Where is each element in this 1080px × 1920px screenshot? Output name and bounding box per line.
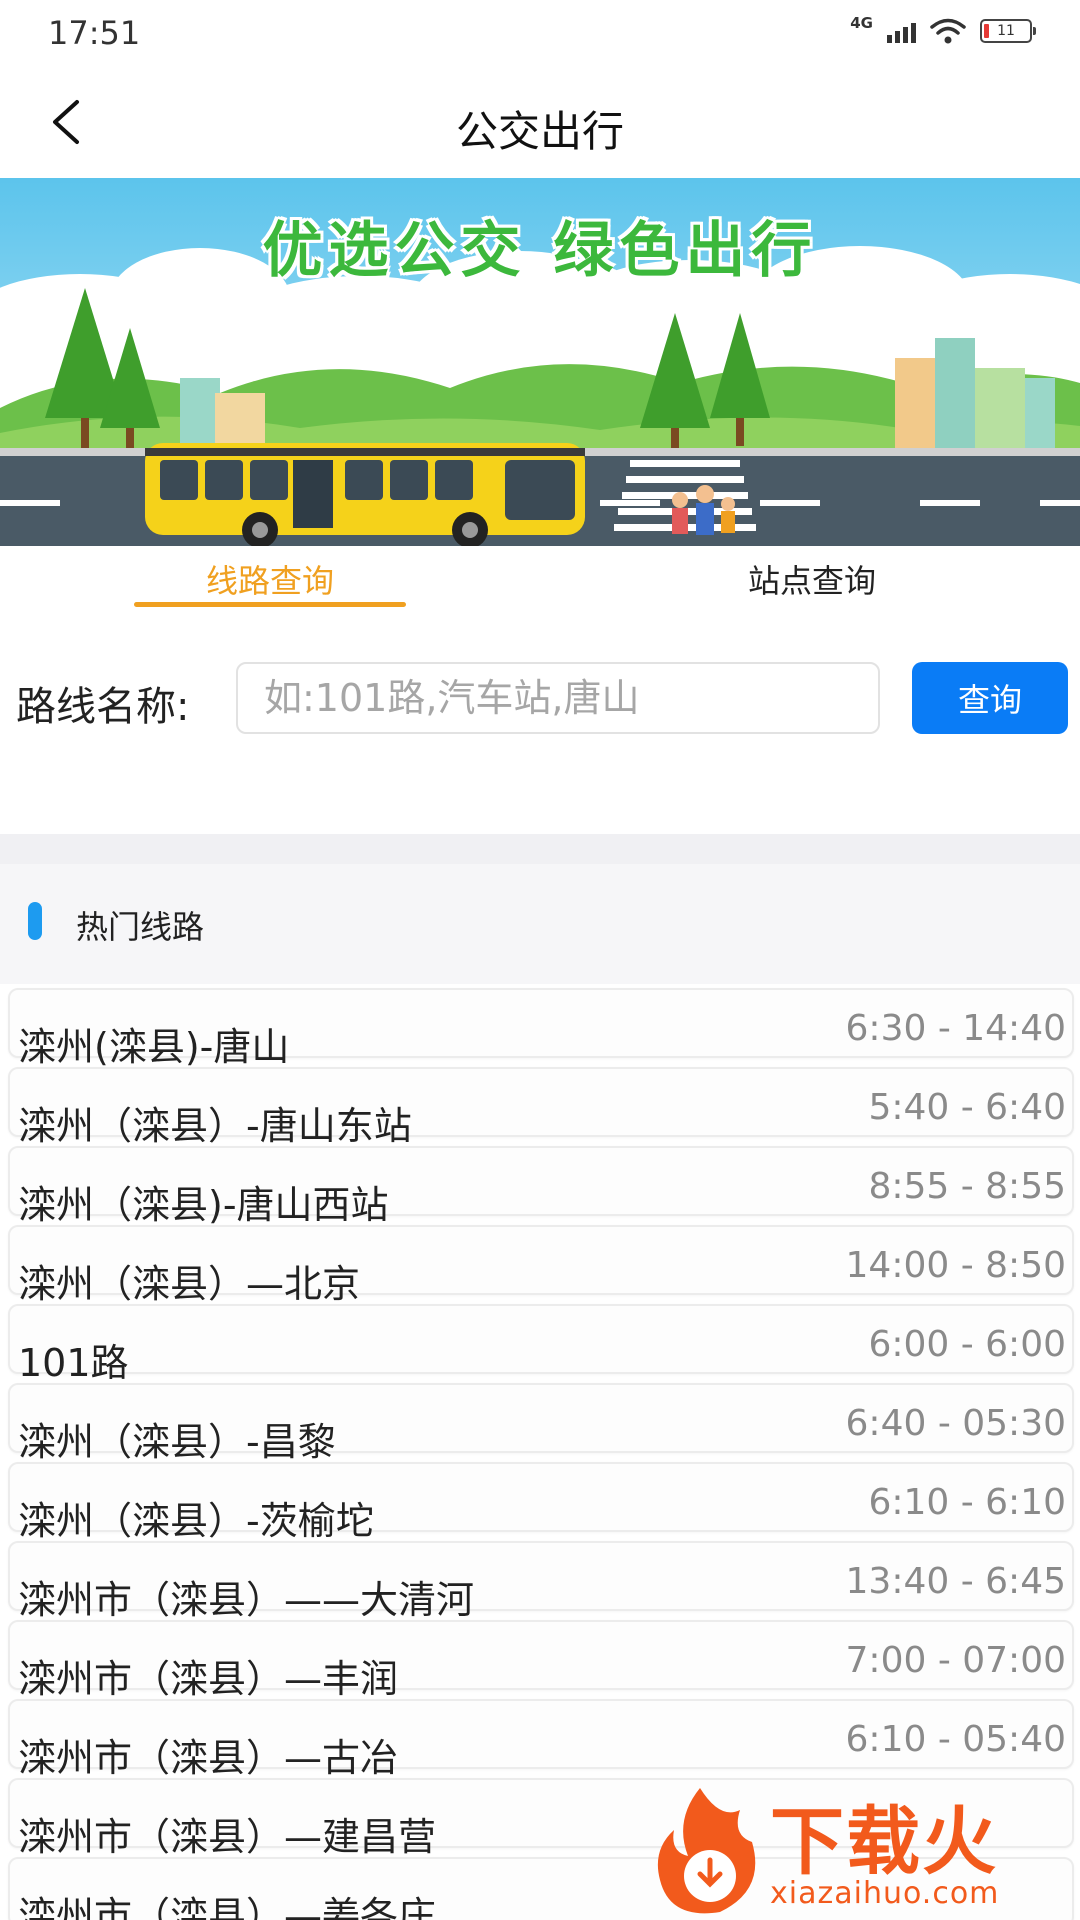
tab-bar: 线路查询 站点查询 <box>0 546 1080 616</box>
active-tab-indicator <box>134 602 406 607</box>
watermark-domain: xiazaihuo.com <box>770 1876 1000 1911</box>
route-time: 6:10 - 05:40 <box>845 1719 1066 1760</box>
route-item[interactable]: 滦州市（滦县）—古冶 6:10 - 05:40 <box>8 1699 1074 1780</box>
tab-route-query[interactable]: 线路查询 <box>130 556 410 602</box>
hot-routes-title: 热门线路 <box>76 908 205 946</box>
route-name: 滦州市（滦县）—姜各庄 <box>18 1894 437 1920</box>
nav-bar: 公交出行 <box>0 68 1080 178</box>
route-time: 5:40 - 6:40 <box>868 1087 1066 1128</box>
route-item[interactable]: 滦州市（滦县）——大清河 13:40 - 6:45 <box>8 1541 1074 1622</box>
route-item[interactable]: 滦州（滦县)-唐山西站 8:55 - 8:55 <box>8 1146 1074 1227</box>
section-marker <box>28 902 42 940</box>
route-item[interactable]: 滦州（滦县）-唐山东站 5:40 - 6:40 <box>8 1067 1074 1148</box>
route-name: 滦州(滦县)-唐山 <box>18 1025 290 1069</box>
banner: 优选公交 绿色出行 <box>0 178 1080 546</box>
status-icons: 4G 11 <box>850 14 1036 44</box>
route-time: 7:00 - 07:00 <box>845 1640 1066 1681</box>
route-name: 滦州（滦县）-昌黎 <box>18 1420 336 1464</box>
route-name: 滦州（滦县）—北京 <box>18 1262 361 1306</box>
status-bar: 17:51 4G 11 <box>0 0 1080 68</box>
route-name-label: 路线名称: <box>16 684 190 730</box>
route-name: 101路 <box>18 1341 129 1385</box>
route-time: 6:00 - 6:00 <box>868 1324 1066 1365</box>
route-name: 滦州市（滦县）—古冶 <box>18 1736 399 1780</box>
route-item[interactable]: 滦州（滦县）-茨榆坨 6:10 - 6:10 <box>8 1462 1074 1543</box>
route-item[interactable]: 滦州(滦县)-唐山 6:30 - 14:40 <box>8 988 1074 1069</box>
signal-icon <box>887 19 916 43</box>
route-name: 滦州市（滦县）—建昌营 <box>18 1815 437 1859</box>
route-time: 6:30 - 14:40 <box>845 1008 1066 1049</box>
route-name: 滦州市（滦县）—丰润 <box>18 1657 399 1701</box>
route-time: 6:40 - 05:30 <box>845 1403 1066 1444</box>
status-time: 17:51 <box>48 14 141 52</box>
wifi-icon <box>930 18 966 44</box>
search-row: 路线名称: 查询 <box>0 660 1080 736</box>
route-item[interactable]: 滦州（滦县）-昌黎 6:40 - 05:30 <box>8 1383 1074 1464</box>
page-title: 公交出行 <box>455 107 624 156</box>
route-name: 滦州（滦县）-茨榆坨 <box>18 1499 374 1543</box>
route-item[interactable]: 101路 6:00 - 6:00 <box>8 1304 1074 1385</box>
banner-slogan: 优选公交 绿色出行 <box>262 216 818 286</box>
route-item[interactable]: 滦州市（滦县）—丰润 7:00 - 07:00 <box>8 1620 1074 1701</box>
route-search-input[interactable] <box>236 662 880 734</box>
hot-routes-header: 热门线路 <box>0 864 1080 984</box>
route-name: 滦州（滦县）-唐山东站 <box>18 1104 412 1148</box>
tab-station-query[interactable]: 站点查询 <box>672 556 952 602</box>
route-time: 13:40 - 6:45 <box>845 1561 1066 1602</box>
route-name: 滦州（滦县)-唐山西站 <box>18 1183 389 1227</box>
route-time: 8:55 - 8:55 <box>868 1166 1066 1207</box>
battery-icon: 11 <box>980 19 1036 43</box>
watermark: 下载火 xiazaihuo.com <box>640 1780 1080 1920</box>
network-label: 4G <box>850 14 873 32</box>
route-item[interactable]: 滦州（滦县）—北京 14:00 - 8:50 <box>8 1225 1074 1306</box>
section-divider <box>0 834 1080 864</box>
watermark-brand: 下载火 <box>770 1799 998 1885</box>
route-name: 滦州市（滦县）——大清河 <box>18 1578 475 1622</box>
route-time: 6:10 - 6:10 <box>868 1482 1066 1523</box>
flame-logo-icon <box>657 1788 756 1914</box>
query-button[interactable]: 查询 <box>912 662 1068 734</box>
battery-level: 11 <box>997 23 1015 39</box>
route-time: 14:00 - 8:50 <box>845 1245 1066 1286</box>
